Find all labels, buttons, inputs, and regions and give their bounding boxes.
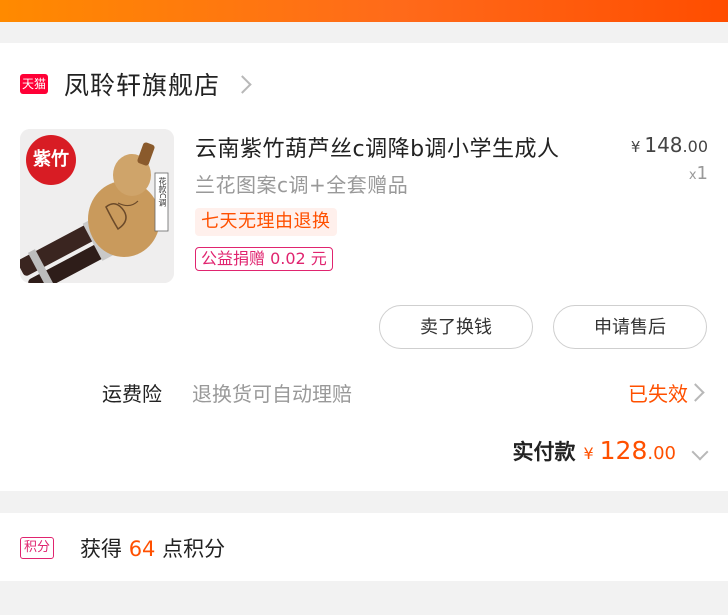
points-row: 积分 获得 64 点积分 (0, 513, 728, 581)
chevron-right-icon (233, 74, 252, 94)
shipping-insurance-desc: 退换货可自动理赔 (192, 382, 352, 406)
price-currency: ¥ (630, 138, 641, 156)
quantity-value: 1 (696, 163, 708, 184)
paid-decimal: .00 (647, 443, 676, 464)
chevron-down-icon[interactable] (691, 443, 709, 461)
product-brand-badge: 紫竹 (26, 135, 76, 185)
charity-tag: 公益捐赠 0.02 元 (195, 247, 333, 271)
sell-button[interactable]: 卖了换钱 (379, 305, 533, 349)
product-title[interactable]: 云南紫竹葫芦丝c调降b调小学生成人 (195, 131, 605, 163)
points-prefix: 获得 (80, 537, 122, 561)
points-value: 64 (128, 537, 156, 561)
product-quantity: x1 (689, 163, 708, 184)
tmall-logo-icon: 天猫 (20, 74, 48, 94)
image-caption: 花款C调 (158, 177, 167, 207)
after-sale-button[interactable]: 申请售后 (553, 305, 707, 349)
paid-amount[interactable]: 实付款 ¥ 128 .00 (512, 436, 676, 466)
product-sku: 兰花图案c调+全套赠品 (195, 173, 409, 197)
quantity-x: x (688, 168, 697, 183)
shipping-insurance-status[interactable]: 已失效 (628, 378, 688, 407)
points-badge: 积分 (20, 537, 55, 559)
shipping-insurance-label: 运费险 (102, 382, 162, 406)
status-bar-gradient (0, 0, 728, 22)
return-policy-tag: 七天无理由退换 (195, 208, 337, 236)
paid-integer: 128 (599, 436, 648, 465)
shop-name: 凤聆轩旗舰店 (64, 71, 221, 100)
shop-header[interactable]: 天猫 凤聆轩旗舰店 (20, 67, 252, 101)
points-suffix: 点积分 (162, 537, 226, 561)
paid-label: 实付款 (512, 440, 576, 464)
product-image[interactable]: 紫竹 花款C调 (20, 129, 174, 283)
points-text: 获得 64 点积分 (80, 533, 225, 563)
chevron-right-icon[interactable] (686, 383, 705, 402)
price-decimal: .00 (682, 137, 708, 156)
product-price: ¥148.00 (631, 133, 708, 157)
order-card: 天猫 凤聆轩旗舰店 紫竹 花款C调 云南紫竹葫芦丝c调降b调小学生成人 ¥ 14… (0, 43, 728, 491)
paid-currency: ¥ (583, 444, 594, 463)
price-integer: 148 (644, 133, 683, 157)
